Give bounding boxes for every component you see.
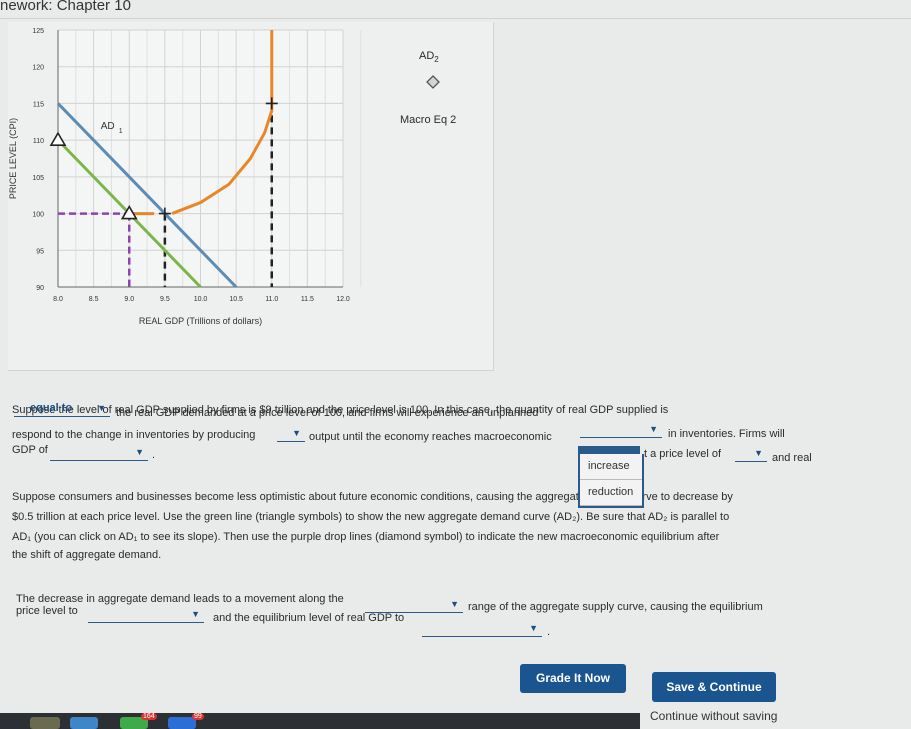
legend-ad2[interactable]: AD2 [419,50,439,64]
badge-count: 99 [192,713,204,720]
menu-option-reduction[interactable]: reduction [580,480,642,506]
x-tick-label: 12.0 [336,296,350,303]
q1-line2: the real GDP demanded at a price level o… [116,407,539,419]
q1-line4a: GDP of [12,444,48,456]
dropdown-inventory-change[interactable]: ▼ [580,424,662,438]
dropdown-menu: increase reduction [578,454,644,508]
x-axis-label: REAL GDP (Trillions of dollars) [139,316,262,326]
grade-it-now-button[interactable]: Grade It Now [520,664,626,693]
q1-line3b: output until the economy reaches macroec… [309,431,552,443]
legend-ad2-label: AD [419,50,435,62]
chevron-down-icon: ▼ [754,448,763,458]
dropdown-menu-header [578,446,640,454]
dropdown-output-change[interactable]: ▼ [277,428,305,442]
q3-line2c: . [547,626,551,638]
chevron-down-icon: ▼ [191,609,200,619]
q2-line3: AD₁ (you can click on AD₁ to see its slo… [12,531,720,543]
y-axis-label: PRICE LEVEL (CPI) [8,118,18,199]
q3-line2: price level to [16,605,78,617]
dropdown-price-level-change[interactable]: ▼ [88,609,204,623]
q1-line3: respond to the change in inventories by … [12,429,256,441]
q2-line2: $0.5 trillion at each price level. Use t… [12,511,730,523]
save-continue-button[interactable]: Save & Continue [652,672,776,702]
graph-panel: 8.0 8.5 9.0 9.5 10.0 10.5 11.0 11.5 12.0 90 95 100 1… [8,22,494,371]
ad1-label: AD [101,121,115,132]
menu-option-increase[interactable]: increase [580,454,642,480]
x-tick-label: 9.0 [124,296,134,303]
browser-icon[interactable] [70,717,98,729]
q3-line1: The decrease in aggregate demand leads t… [16,593,344,605]
dropdown-gdp-change[interactable]: ▼ [422,623,542,637]
x-tick-label: 10.0 [194,296,208,303]
y-tick-label: 110 [33,138,44,145]
x-tick-label: 9.5 [160,296,170,303]
x-tick-label: 11.5 [301,296,314,303]
q2-line4: the shift of aggregate demand. [12,549,162,561]
y-tick-label: 105 [32,175,44,182]
chevron-down-icon: ▼ [450,599,459,609]
y-tick-label: 100 [32,212,44,219]
x-tick-label: 8.0 [53,296,63,303]
q3-line1b: range of the aggregate supply curve, cau… [468,601,763,613]
badge-count: 164 [141,713,157,720]
dropdown-equilibrium-price[interactable]: ▼ [735,448,767,462]
dropdown-as-range[interactable]: ▼ [365,599,463,613]
taskbar: 164 99 [0,713,640,729]
chevron-down-icon: ▼ [529,623,538,633]
y-tick-label: 90 [36,285,44,292]
q1-line4c: t a price level of [644,448,722,460]
chart[interactable]: 8.0 8.5 9.0 9.5 10.0 10.5 11.0 11.5 12.0 90 95 100 1… [0,0,485,348]
legend-macro-eq-2[interactable]: Macro Eq 2 [400,114,456,126]
dropdown-supplied-vs-demanded[interactable]: equal to ▼ [14,402,110,417]
q1-line4d: and real [772,452,812,464]
chevron-down-icon: ▼ [97,403,106,413]
chevron-down-icon: ▼ [649,424,658,434]
legend-ad2-sub: 2 [434,55,439,65]
x-tick-label: 8.5 [89,296,99,303]
app-icon[interactable] [30,717,60,729]
y-tick-label: 120 [32,65,44,72]
q3-line2b: and the equilibrium level of real GDP to [213,612,405,624]
chevron-down-icon: ▼ [135,447,144,457]
diamond-icon[interactable] [425,74,441,95]
dropdown-equilibrium-gdp[interactable]: ▼ [50,447,148,461]
ad1-label-sub: 1 [119,128,123,135]
q1-line4b: . [152,449,156,461]
dropdown-value: equal to [30,402,73,414]
y-tick-label: 125 [32,28,44,35]
x-tick-label: 10.5 [229,296,243,303]
mail-icon[interactable] [168,717,196,729]
continue-without-saving-link[interactable]: Continue without saving [650,709,777,723]
y-tick-label: 115 [33,101,44,108]
chevron-down-icon: ▼ [292,428,301,438]
q1-line2b: in inventories. Firms will [668,428,785,440]
y-tick-label: 95 [36,248,44,255]
x-tick-label: 11.0 [265,296,278,303]
